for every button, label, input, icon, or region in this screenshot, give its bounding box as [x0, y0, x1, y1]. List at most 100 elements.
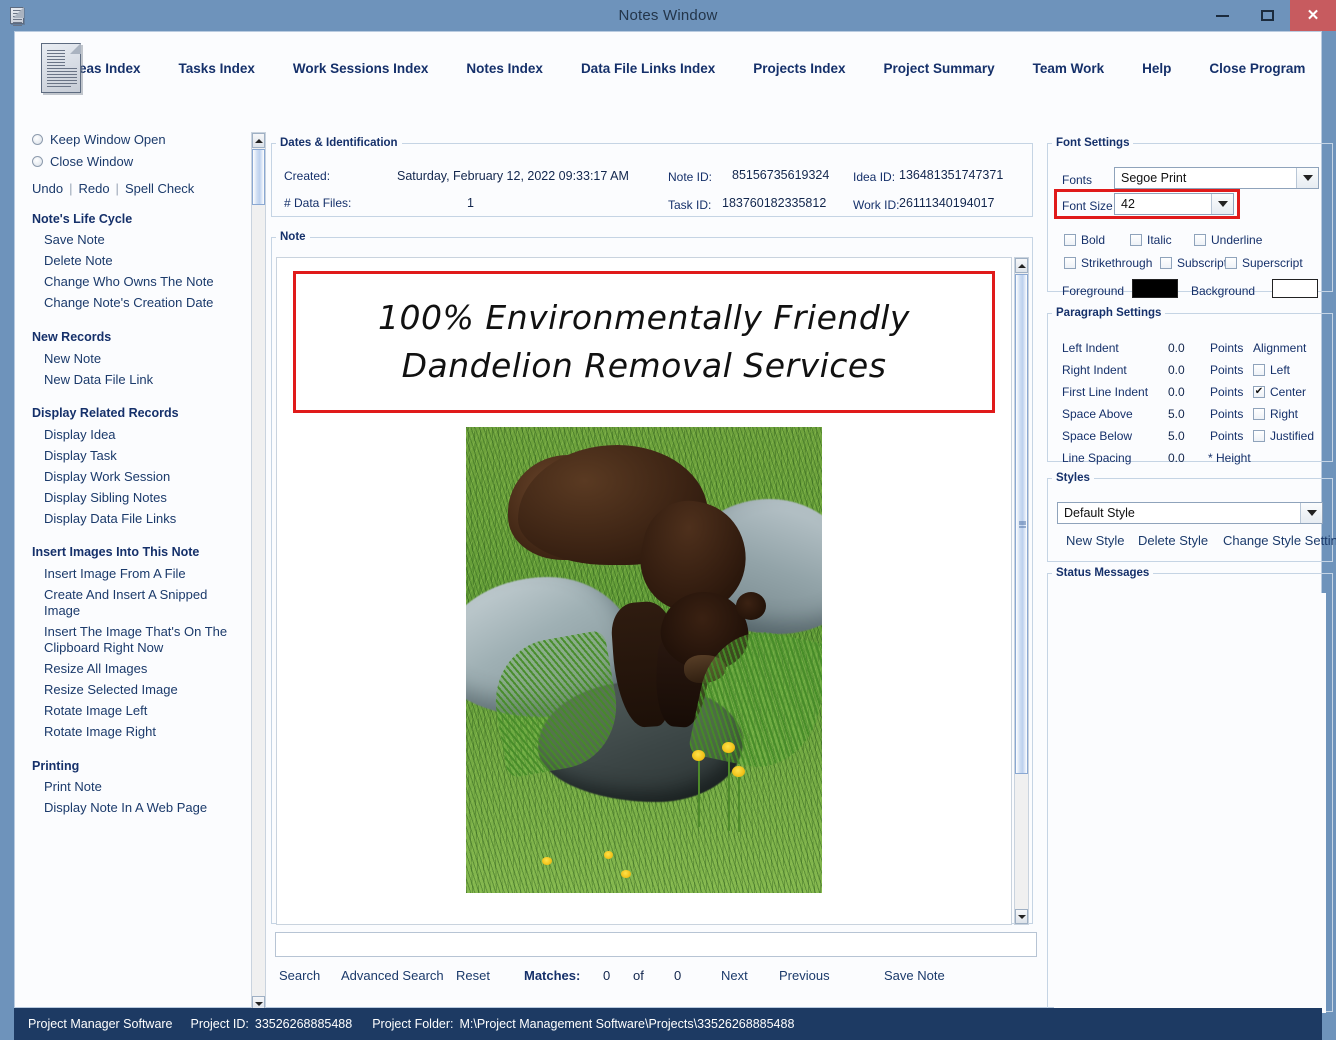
search-input[interactable] [275, 932, 1037, 957]
sidebar-item-rotate-image-right[interactable]: Rotate Image Right [32, 722, 247, 743]
first-line-indent-value[interactable]: 0.0 [1168, 385, 1185, 399]
nav-data-file-links-index[interactable]: Data File Links Index [581, 61, 715, 76]
nav-notes-index[interactable]: Notes Index [466, 61, 543, 76]
chevron-down-icon[interactable] [1211, 194, 1233, 214]
sidebar-item-print-note[interactable]: Print Note [32, 777, 247, 798]
sidebar-item-resize-selected-image[interactable]: Resize Selected Image [32, 680, 247, 701]
search-button[interactable]: Search [279, 968, 320, 983]
scroll-up-arrow-icon[interactable] [252, 133, 265, 148]
group-title-printing: Printing [32, 759, 80, 774]
sidebar-item-insert-image-from-file[interactable]: Insert Image From A File [32, 563, 247, 584]
scrollbar-thumb[interactable] [252, 149, 265, 205]
sidebar-item-create-insert-snipped-image[interactable]: Create And Insert A Snipped Image [32, 584, 247, 621]
scroll-up-arrow-icon[interactable] [1015, 258, 1028, 273]
change-style-settings-button[interactable]: Change Style Settings [1223, 533, 1336, 548]
background-color-swatch[interactable] [1272, 279, 1318, 298]
created-value: Saturday, February 12, 2022 09:33:17 AM [397, 169, 629, 183]
scroll-down-arrow-icon[interactable] [1015, 909, 1028, 924]
reset-button[interactable]: Reset [456, 968, 490, 983]
note-title-line-2: Dandelion Removal Services [401, 346, 887, 385]
font-size-value[interactable]: 42 [1115, 194, 1211, 214]
alignment-left[interactable]: Left [1253, 363, 1290, 377]
checkbox-label: Italic [1147, 233, 1172, 247]
window-title: Notes Window [618, 7, 718, 24]
checkbox-italic[interactable]: Italic [1130, 233, 1172, 247]
sidebar-item-rotate-image-left[interactable]: Rotate Image Left [32, 701, 247, 722]
status-messages-content[interactable] [1054, 593, 1326, 1013]
sidebar-item-resize-all-images[interactable]: Resize All Images [32, 659, 247, 680]
chevron-down-icon[interactable] [1300, 503, 1322, 523]
nav-close-program[interactable]: Close Program [1209, 61, 1305, 76]
sidebar-item-save-note[interactable]: Save Note [32, 230, 247, 251]
new-style-button[interactable]: New Style [1066, 533, 1125, 548]
sidebar-item-delete-note[interactable]: Delete Note [32, 251, 247, 272]
fonts-select[interactable]: Segoe Print [1114, 167, 1319, 189]
alignment-right[interactable]: Right [1253, 407, 1298, 421]
previous-button[interactable]: Previous [779, 968, 830, 983]
scrollbar-thumb[interactable] [1015, 274, 1028, 774]
sidebar-item-display-task[interactable]: Display Task [32, 445, 247, 466]
radio-keep-window-open[interactable]: Keep Window Open [32, 128, 247, 150]
alignment-center[interactable]: ✔ Center [1253, 385, 1306, 399]
sidebar-item-display-idea[interactable]: Display Idea [32, 424, 247, 445]
checkbox-label: Justified [1270, 429, 1315, 443]
close-icon[interactable]: ✕ [1290, 0, 1336, 31]
sidebar-item-new-note[interactable]: New Note [32, 348, 247, 369]
sidebar-item-change-creation-date[interactable]: Change Note's Creation Date [32, 293, 247, 314]
radio-close-window[interactable]: Close Window [32, 150, 247, 172]
nav-project-summary[interactable]: Project Summary [884, 61, 995, 76]
spell-check-link[interactable]: Spell Check [125, 181, 194, 196]
bear-ear [736, 592, 766, 620]
foreground-color-swatch[interactable] [1132, 279, 1178, 298]
left-indent-value[interactable]: 0.0 [1168, 341, 1185, 355]
note-id-label: Note ID: [668, 170, 713, 184]
sidebar-item-display-note-web-page[interactable]: Display Note In A Web Page [32, 798, 247, 819]
checkbox-subscript[interactable]: Subscript [1160, 256, 1227, 270]
right-settings-panel: Font Settings Fonts Segoe Print Font Siz… [1047, 132, 1336, 1013]
delete-style-button[interactable]: Delete Style [1138, 533, 1208, 548]
space-below-value[interactable]: 5.0 [1168, 429, 1185, 443]
advanced-search-button[interactable]: Advanced Search [341, 968, 444, 983]
sidebar-item-display-work-session[interactable]: Display Work Session [32, 466, 247, 487]
statusbar-project-folder-value: M:\Project Management Software\Projects\… [459, 1017, 795, 1031]
note-content-area[interactable]: 100% Environmentally Friendly Dandelion … [276, 257, 1012, 925]
nav-label: Notes Index [466, 60, 543, 76]
space-below-unit: Points [1210, 429, 1244, 443]
redo-link[interactable]: Redo [78, 181, 109, 196]
dandelion-flower [722, 742, 735, 753]
nav-help[interactable]: Help [1142, 61, 1171, 76]
checkbox-strikethrough[interactable]: Strikethrough [1064, 256, 1152, 270]
next-button[interactable]: Next [721, 968, 748, 983]
alignment-justified[interactable]: Justified [1253, 429, 1314, 443]
nav-team-work[interactable]: Team Work [1033, 61, 1105, 76]
dandelion-flower [732, 766, 745, 777]
nav-tasks-index[interactable]: Tasks Index [179, 61, 255, 76]
font-size-select[interactable]: 42 [1114, 193, 1234, 215]
nav-projects-index[interactable]: Projects Index [753, 61, 845, 76]
save-note-button[interactable]: Save Note [884, 968, 945, 983]
checkbox-bold[interactable]: Bold [1064, 233, 1105, 247]
nav-label: Project Summary [883, 60, 995, 76]
note-scrollbar[interactable] [1014, 257, 1029, 925]
right-indent-value[interactable]: 0.0 [1168, 363, 1185, 377]
sidebar-item-insert-clipboard-image[interactable]: Insert The Image That's On The Clipboard… [32, 622, 228, 659]
checkbox-superscript[interactable]: Superscript [1225, 256, 1303, 270]
nav-work-sessions-index[interactable]: Work Sessions Index [293, 61, 429, 76]
sidebar-item-display-data-file-links[interactable]: Display Data File Links [32, 508, 247, 529]
space-above-value[interactable]: 5.0 [1168, 407, 1185, 421]
styles-legend: Styles [1056, 472, 1090, 484]
line-spacing-value[interactable]: 0.0 [1168, 451, 1185, 465]
main-panel-scrollbar[interactable] [251, 132, 266, 1012]
sidebar-item-change-owner[interactable]: Change Who Owns The Note [32, 272, 247, 293]
thumb-grip-icon [1019, 520, 1026, 529]
maximize-icon[interactable] [1245, 0, 1290, 31]
chevron-down-icon[interactable] [1296, 168, 1318, 188]
note-bear-photo[interactable] [466, 427, 822, 893]
sidebar-item-display-sibling-notes[interactable]: Display Sibling Notes [32, 487, 247, 508]
work-id-value: 26111340194017 [899, 196, 995, 210]
undo-link[interactable]: Undo [32, 181, 63, 196]
sidebar-item-new-data-file-link[interactable]: New Data File Link [32, 369, 247, 390]
minimize-icon[interactable] [1200, 0, 1245, 31]
style-select[interactable]: Default Style [1057, 502, 1323, 524]
checkbox-underline[interactable]: Underline [1194, 233, 1262, 247]
